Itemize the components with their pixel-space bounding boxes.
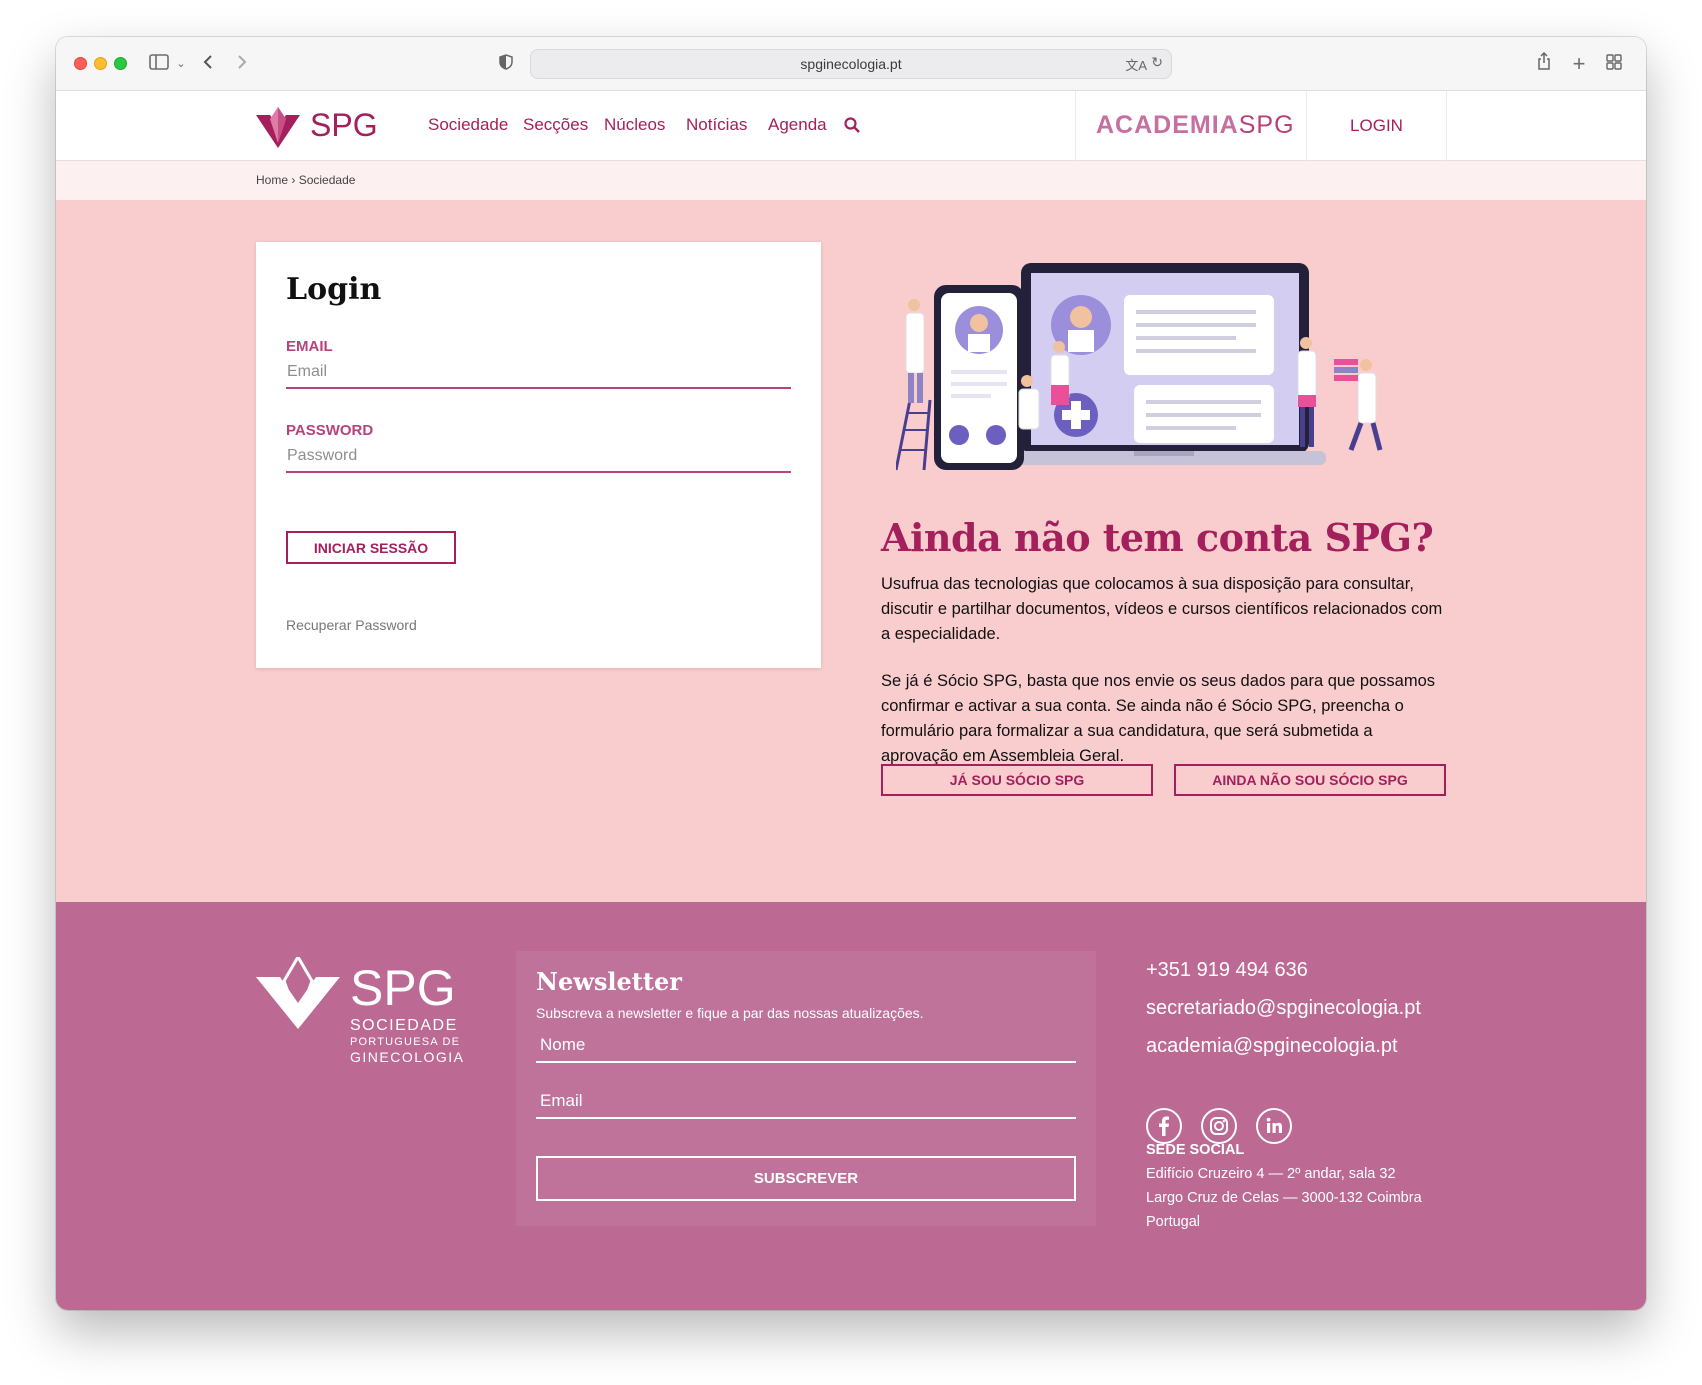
sede-address-2: Largo Cruz de Celas — 3000-132 Coimbra [1146, 1190, 1422, 1206]
nav-sociedade[interactable]: Sociedade [428, 115, 508, 135]
header-login-link[interactable]: LOGIN [1307, 91, 1447, 161]
site-footer: SPG SOCIEDADE PORTUGUESA DE GINECOLOGIA … [56, 902, 1646, 1310]
address-bar[interactable]: spginecologia.pt 文A ↻ [530, 49, 1172, 79]
main-content: Login EMAIL PASSWORD INICIAR SESSÃO Recu… [56, 200, 1646, 902]
footer-logo-line1: SOCIEDADE [350, 1017, 458, 1034]
forward-arrow-icon[interactable] [232, 52, 252, 76]
login-card: Login EMAIL PASSWORD INICIAR SESSÃO Recu… [256, 242, 821, 668]
login-title: Login [286, 272, 382, 307]
devices-illustration [894, 255, 1436, 485]
zoom-window-button[interactable] [114, 57, 127, 70]
nav-nucleos[interactable]: Núcleos [604, 115, 665, 135]
newsletter-email-field[interactable] [536, 1085, 1076, 1119]
search-icon[interactable] [844, 117, 860, 138]
recover-password-link[interactable]: Recuperar Password [286, 617, 417, 633]
privacy-shield-icon[interactable] [496, 52, 516, 76]
cta-paragraph-1: Usufrua das tecnologias que colocamos à … [881, 575, 1443, 643]
nav-agenda[interactable]: Agenda [768, 115, 827, 135]
email-field[interactable] [286, 357, 791, 389]
header-login-label: LOGIN [1350, 116, 1403, 135]
breadcrumb-home[interactable]: Home [256, 173, 288, 187]
password-label: PASSWORD [286, 422, 374, 439]
close-window-button[interactable] [74, 57, 87, 70]
newsletter-subtitle: Subscreva a newsletter e fique a par das… [536, 1005, 924, 1021]
contact-phone[interactable]: +351 919 494 636 [1146, 959, 1308, 982]
minimize-window-button[interactable] [94, 57, 107, 70]
spg-emblem-icon [256, 957, 340, 1029]
chevron-down-icon[interactable]: ⌄ [174, 52, 188, 76]
newsletter-box: Newsletter Subscreva a newsletter e fiqu… [516, 951, 1096, 1226]
cta-title: Ainda não tem conta SPG? [881, 515, 1434, 560]
breadcrumb-separator: › [291, 173, 296, 187]
newsletter-name-field[interactable] [536, 1029, 1076, 1063]
footer-logo-spg: SPG [350, 960, 456, 1016]
academia-spg-label: SPG [1238, 111, 1295, 139]
linkedin-icon[interactable] [1256, 1108, 1292, 1144]
reload-icon[interactable]: ↻ [1151, 54, 1163, 71]
academia-spg-link[interactable]: ACADEMIASPG [1075, 91, 1307, 161]
screenshot-stage: ⌄ spginecologia.pt 文A ↻ + SPG Sociedade … [0, 0, 1702, 1385]
breadcrumb: Home › Sociedade [256, 173, 355, 187]
subscribe-button[interactable]: SUBSCREVER [536, 1156, 1076, 1201]
site-header: SPG Sociedade Secções Núcleos Notícias A… [56, 91, 1646, 161]
spg-logo[interactable]: SPG [256, 105, 396, 149]
browser-window: ⌄ spginecologia.pt 文A ↻ + SPG Sociedade … [56, 37, 1646, 1310]
contact-email-secretariado[interactable]: secretariado@spginecologia.pt [1146, 997, 1421, 1020]
footer-logo-line2: PORTUGUESA DE [350, 1036, 461, 1048]
email-label: EMAIL [286, 338, 333, 355]
newsletter-title: Newsletter [536, 967, 682, 996]
spg-emblem-icon [256, 107, 300, 148]
tab-overview-icon[interactable] [1604, 52, 1624, 76]
translate-icon[interactable]: 文A [1125, 55, 1147, 74]
sede-address-1: Edifício Cruzeiro 4 — 2º andar, sala 32 [1146, 1166, 1396, 1182]
academia-logo: ACADEMIASPG [1096, 111, 1295, 140]
logo-text: SPG [310, 107, 378, 143]
login-submit-button[interactable]: INICIAR SESSÃO [286, 531, 456, 564]
back-arrow-icon[interactable] [198, 52, 218, 76]
password-field[interactable] [286, 441, 791, 473]
already-member-button[interactable]: JÁ SOU SÓCIO SPG [881, 764, 1153, 796]
not-member-button[interactable]: AINDA NÃO SOU SÓCIO SPG [1174, 764, 1446, 796]
nav-seccoes[interactable]: Secções [523, 115, 588, 135]
url-text: spginecologia.pt [800, 56, 902, 72]
breadcrumb-current: Sociedade [298, 173, 356, 187]
browser-toolbar: ⌄ spginecologia.pt 文A ↻ + [56, 37, 1646, 91]
new-tab-icon[interactable]: + [1569, 52, 1589, 76]
sede-title: SEDE SOCIAL [1146, 1142, 1245, 1158]
academia-label: ACADEMIA [1096, 111, 1239, 139]
footer-logo[interactable]: SPG SOCIEDADE PORTUGUESA DE GINECOLOGIA [256, 957, 466, 1067]
sidebar-icon[interactable] [148, 52, 170, 76]
footer-logo-line3: GINECOLOGIA [350, 1049, 465, 1065]
contact-email-academia[interactable]: academia@spginecologia.pt [1146, 1035, 1398, 1058]
breadcrumb-bar: Home › Sociedade [56, 161, 1646, 200]
share-icon[interactable] [1534, 51, 1554, 76]
sede-address-3: Portugal [1146, 1214, 1201, 1230]
cta-paragraph-2: Se já é Sócio SPG, basta que nos envie o… [881, 672, 1436, 765]
nav-noticias[interactable]: Notícias [686, 115, 747, 135]
